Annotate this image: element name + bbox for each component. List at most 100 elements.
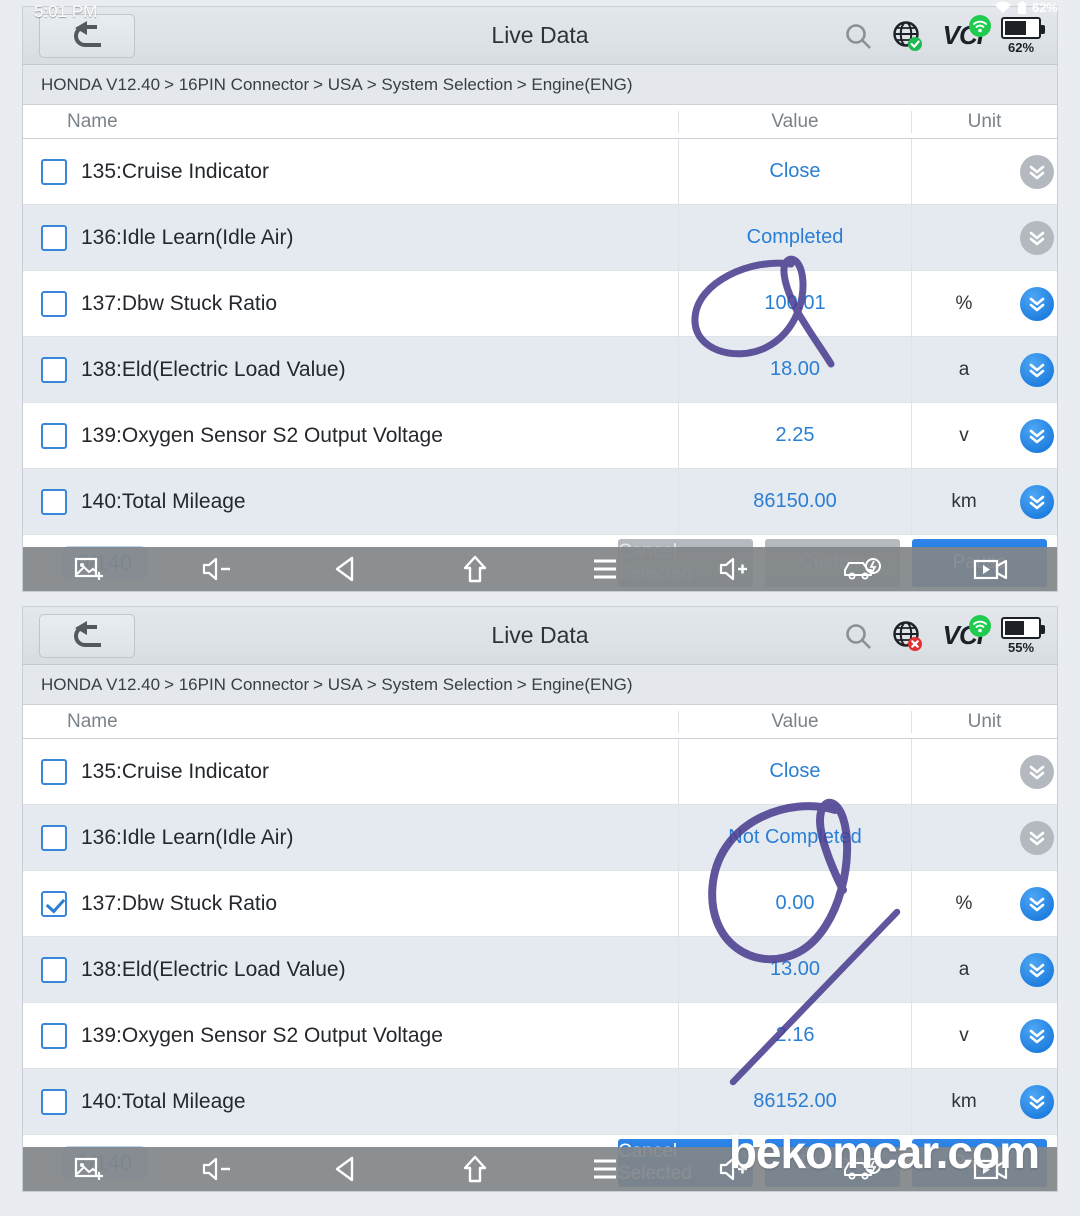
record-nav-icon-slot[interactable] [928, 555, 1057, 583]
row-action-cell [1016, 352, 1057, 387]
row-action-cell [1016, 754, 1057, 789]
table-row[interactable]: 139:Oxygen Sensor S2 Output Voltage 2.25 v [23, 403, 1057, 469]
expand-chevron-button[interactable] [1019, 820, 1054, 855]
row-checkbox[interactable] [41, 158, 67, 185]
status-bar-icons: 62% [994, 0, 1058, 15]
breadcrumb-item-2[interactable]: > USA [313, 75, 363, 95]
breadcrumb-item-0[interactable]: HONDA V12.40 [41, 75, 160, 95]
row-checkbox[interactable] [41, 488, 67, 515]
table-row[interactable]: 140:Total Mileage 86150.00 km [23, 469, 1057, 535]
row-value-cell: Completed [678, 205, 911, 270]
breadcrumb-item-1[interactable]: > 16PIN Connector [164, 675, 309, 695]
status-bar-clock: 5:01 PM [34, 2, 98, 21]
row-label: 139:Oxygen Sensor S2 Output Voltage [81, 1023, 443, 1047]
table-row[interactable]: 136:Idle Learn(Idle Air) Not Completed [23, 805, 1057, 871]
expand-chevron-button[interactable] [1019, 484, 1054, 519]
expand-chevron-button[interactable] [1019, 1018, 1054, 1053]
row-label: 138:Eld(Electric Load Value) [81, 357, 346, 381]
column-header-value: Value [678, 110, 911, 133]
row-value-cell: 0.00 [678, 871, 911, 936]
android-navbar-top [23, 547, 1057, 591]
breadcrumb-item-1[interactable]: > 16PIN Connector [164, 75, 309, 95]
row-label: 140:Total Mileage [81, 489, 246, 513]
row-checkbox[interactable] [41, 824, 67, 851]
breadcrumb-item-4[interactable]: > Engine(ENG) [517, 675, 633, 695]
globe-icon[interactable] [891, 619, 925, 653]
table-row[interactable]: 135:Cruise Indicator Close [23, 739, 1057, 805]
breadcrumb-item-2[interactable]: > USA [313, 675, 363, 695]
car-custom-icon [844, 558, 882, 580]
home-icon [464, 555, 487, 583]
search-icon[interactable] [843, 621, 873, 651]
android-back-button-2[interactable] [282, 1154, 411, 1184]
row-action-cell [1016, 952, 1057, 987]
android-back-button[interactable] [282, 554, 411, 584]
battery-percent-label: 62% [1007, 39, 1035, 55]
back-button-2[interactable] [39, 613, 135, 658]
table-row[interactable]: 138:Eld(Electric Load Value) 13.00 a [23, 937, 1057, 1003]
row-name-cell: 140:Total Mileage [23, 1088, 678, 1115]
expand-chevron-button[interactable] [1019, 418, 1054, 453]
battery-indicator: 62% [1001, 16, 1045, 55]
table-row[interactable]: 137:Dbw Stuck Ratio 0.00% [23, 871, 1057, 937]
chevron-double-down-icon [1029, 165, 1044, 179]
globe-icon[interactable] [891, 19, 925, 53]
chevron-double-down-icon [1029, 363, 1044, 377]
chevron-double-down-icon [1029, 765, 1044, 779]
volume-up-button[interactable] [669, 556, 798, 582]
row-value-cell: 2.16 [678, 1003, 911, 1068]
column-header-unit: Unit [911, 110, 1057, 133]
android-home-button[interactable] [411, 554, 540, 584]
breadcrumb-item-3[interactable]: > System Selection [367, 675, 513, 695]
search-icon[interactable] [843, 21, 873, 51]
row-value-cell: 100.01 [678, 271, 911, 336]
screenshot-button[interactable] [23, 554, 152, 584]
titlebar-actions-top: VCI 62% [843, 15, 1045, 55]
screenshot-button-2[interactable] [23, 1154, 152, 1184]
row-action-cell [1016, 1018, 1057, 1053]
android-menu-button-2[interactable] [540, 1156, 669, 1182]
vci-indicator-2[interactable]: VCI [943, 615, 991, 651]
breadcrumb-item-4[interactable]: > Engine(ENG) [517, 75, 633, 95]
table-row[interactable]: 136:Idle Learn(Idle Air) Completed [23, 205, 1057, 271]
table-row[interactable]: 138:Eld(Electric Load Value) 18.00 a [23, 337, 1057, 403]
table-row[interactable]: 137:Dbw Stuck Ratio 100.01% [23, 271, 1057, 337]
row-checkbox[interactable] [41, 890, 67, 917]
vci-indicator[interactable]: VCI [943, 15, 991, 51]
row-checkbox[interactable] [41, 956, 67, 983]
row-unit-cell: v [911, 403, 1016, 468]
row-action-cell [1016, 418, 1057, 453]
row-checkbox[interactable] [41, 224, 67, 251]
battery-indicator-2: 55% [1001, 616, 1045, 655]
row-label: 138:Eld(Electric Load Value) [81, 957, 346, 981]
row-checkbox[interactable] [41, 290, 67, 317]
volume-down-button[interactable] [152, 556, 281, 582]
table-row[interactable]: 135:Cruise Indicator Close [23, 139, 1057, 205]
column-header-value: Value [678, 710, 911, 733]
row-value-cell: 13.00 [678, 937, 911, 1002]
expand-chevron-button[interactable] [1019, 286, 1054, 321]
row-action-cell [1016, 154, 1057, 189]
row-checkbox[interactable] [41, 422, 67, 449]
back-triangle-icon [335, 556, 354, 582]
row-checkbox[interactable] [41, 356, 67, 383]
expand-chevron-button[interactable] [1019, 352, 1054, 387]
expand-chevron-button[interactable] [1019, 1084, 1054, 1119]
row-checkbox[interactable] [41, 1088, 67, 1115]
row-checkbox[interactable] [41, 1022, 67, 1049]
expand-chevron-button[interactable] [1019, 154, 1054, 189]
volume-down-button-2[interactable] [152, 1156, 281, 1182]
breadcrumb-item-0[interactable]: HONDA V12.40 [41, 675, 160, 695]
breadcrumb-item-3[interactable]: > System Selection [367, 75, 513, 95]
expand-chevron-button[interactable] [1019, 952, 1054, 987]
chevron-double-down-icon [1029, 831, 1044, 845]
expand-chevron-button[interactable] [1019, 886, 1054, 921]
android-home-button-2[interactable] [411, 1154, 540, 1184]
custom-nav-icon-slot[interactable] [799, 554, 928, 584]
expand-chevron-button[interactable] [1019, 220, 1054, 255]
expand-chevron-button[interactable] [1019, 754, 1054, 789]
row-checkbox[interactable] [41, 758, 67, 785]
row-unit-cell: a [911, 337, 1016, 402]
android-menu-button[interactable] [540, 556, 669, 582]
table-row[interactable]: 139:Oxygen Sensor S2 Output Voltage 2.16 v [23, 1003, 1057, 1069]
